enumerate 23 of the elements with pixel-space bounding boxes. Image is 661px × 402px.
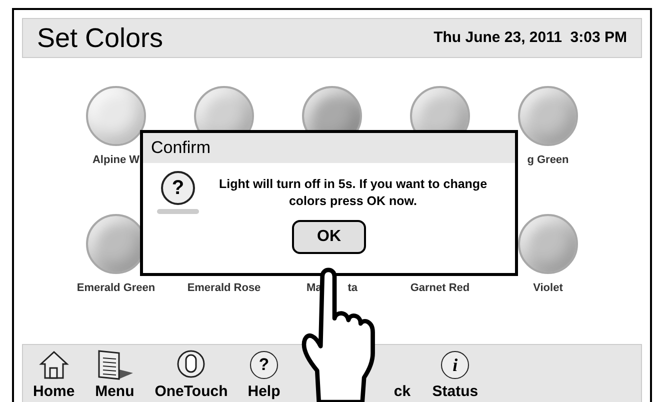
color-label: Garnet Red	[410, 281, 470, 296]
dialog-message: Light will turn off in 5s. If you want to change colors press OK now.	[218, 176, 488, 210]
toolbar-button[interactable]: i Status	[432, 348, 478, 402]
page-title: Set Colors	[37, 22, 164, 55]
ok-button[interactable]: OK	[292, 220, 366, 254]
help-icon: ?	[250, 350, 278, 378]
house-icon	[36, 348, 71, 380]
question-icon: ?	[161, 171, 195, 205]
toolbar-button[interactable]: ck	[392, 348, 412, 402]
toolbar-button[interactable]: ? Help	[248, 348, 280, 402]
toolbar-button[interactable]: Menu	[94, 348, 135, 402]
color-label: Violet	[533, 281, 563, 296]
color-label: ta	[348, 281, 358, 296]
toolbar-button[interactable]: Home	[33, 348, 75, 402]
finger-icon	[175, 348, 208, 380]
color-label: Alpine W	[92, 153, 140, 168]
info-icon: i	[441, 350, 470, 378]
toolbar-button[interactable]: OneTouch	[154, 348, 228, 402]
color-label: Emerald Green	[76, 281, 156, 296]
color-label: g Green	[527, 153, 569, 168]
dialog-title: Confirm	[151, 137, 211, 160]
color-label: Emerald Rose	[187, 281, 261, 296]
date-time: Thu June 23, 2011 3:03 PM	[434, 28, 627, 48]
